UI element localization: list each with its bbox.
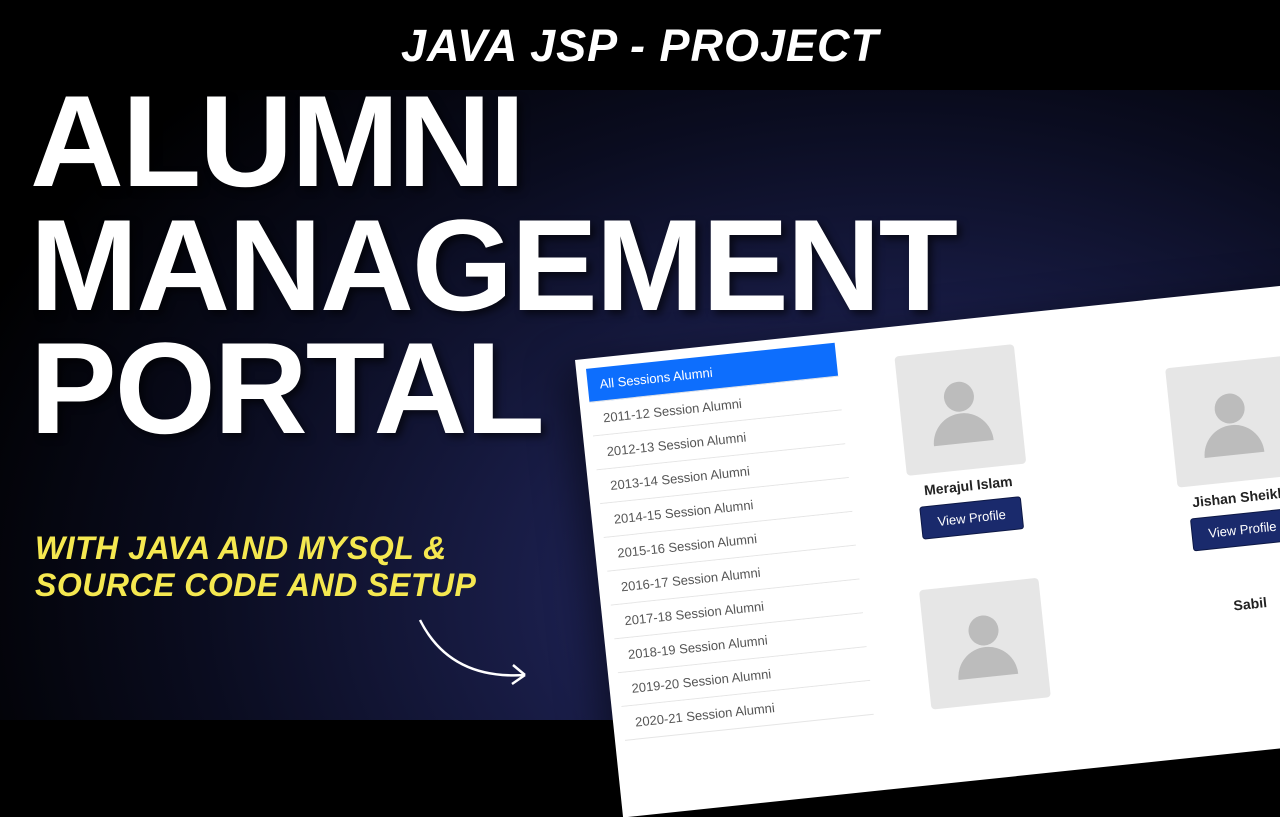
subtitle-line-1: WITH JAVA AND MYSQL & [35,530,476,567]
alumni-name: Jishan Sheikh [1191,484,1280,510]
alumni-card: Jishan Sheikh View Profile [1121,351,1280,557]
alumni-name: Merajul Islam [923,473,1013,498]
title-line-3: PORTAL [30,327,956,451]
subtitle-line-2: SOURCE CODE AND SETUP [35,567,476,604]
arrow-icon [410,610,550,700]
view-profile-button[interactable]: View Profile [919,496,1024,540]
alumni-name: Sabil [1233,594,1268,613]
alumni-card [875,573,1095,722]
avatar-placeholder-icon [1165,356,1280,488]
topbar-label: JAVA JSP - PROJECT [0,0,1280,72]
avatar-placeholder-icon [919,578,1051,710]
title-line-2: MANAGEMENT [30,204,956,328]
main-title: ALUMNI MANAGEMENT PORTAL [30,80,956,451]
view-profile-button[interactable]: View Profile [1190,508,1280,552]
alumni-card: Sabil [1146,585,1280,694]
subtitle: WITH JAVA AND MYSQL & SOURCE CODE AND SE… [35,530,476,604]
title-line-1: ALUMNI [30,80,956,204]
